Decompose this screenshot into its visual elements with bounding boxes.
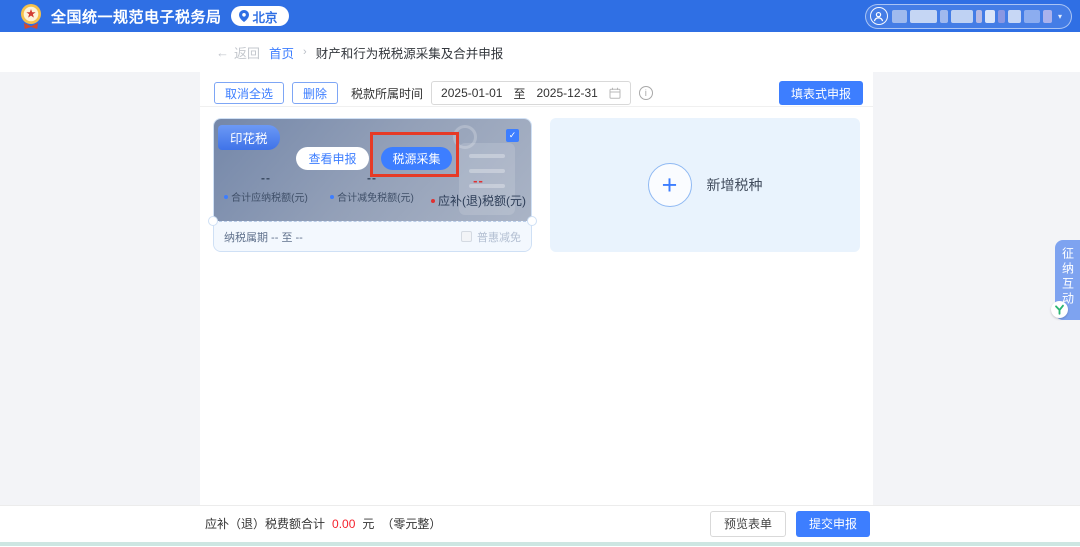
tax-interaction-widget[interactable]: 征纳互动: [1055, 240, 1080, 320]
checkbox-icon: [461, 231, 472, 242]
tax-type-tag: 印花税: [218, 125, 280, 150]
metric-total-reduction: -- 合计减免税额(元): [318, 171, 426, 209]
tax-period-label: 税款所属时间: [351, 85, 423, 102]
breadcrumb-current: 财产和行为税税源采集及合并申报: [316, 43, 504, 62]
add-tax-type-card[interactable]: + 新增税种: [550, 118, 860, 252]
cancel-select-all-button[interactable]: 取消全选: [214, 82, 284, 104]
submit-declaration-button[interactable]: 提交申报: [796, 511, 870, 537]
app-header: 全国统一规范电子税务局 北京 ▾: [0, 0, 1080, 32]
bullet-dot: [330, 195, 334, 199]
total-unit: 元: [362, 515, 374, 532]
avatar-icon: [870, 7, 888, 25]
calendar-icon: [609, 87, 621, 99]
date-end-value[interactable]: 2025-12-31: [536, 86, 597, 100]
bullet-dot: [224, 195, 228, 199]
tax-card-checkbox[interactable]: ✓: [506, 129, 519, 142]
tax-card-stamp-duty: 印花税 ✓ 查看申报 税源采集 -- 合计应纳税额(元) -- 合计减免税额(元…: [213, 118, 532, 252]
footer-bar: 应补（退）税费额合计 0.00 元 （零元整） 预览表单 提交申报: [0, 505, 1080, 541]
tax-card-footer: 纳税属期 -- 至 -- 普惠减免: [214, 221, 531, 251]
app-title: 全国统一规范电子税务局: [51, 6, 222, 27]
redacted-user-info: [892, 10, 1052, 23]
plus-icon: +: [648, 163, 692, 207]
back-label: 返回: [234, 43, 260, 62]
chevron-down-icon: ▾: [1058, 12, 1062, 21]
total-value: 0.00: [332, 517, 355, 531]
breadcrumb-separator: ›: [303, 46, 307, 58]
ticket-notch-right: [527, 216, 537, 226]
benefit-reduction-checkbox[interactable]: 普惠减免: [461, 229, 521, 245]
preview-form-button[interactable]: 预览表单: [710, 511, 786, 537]
fill-form-declare-button[interactable]: 填表式申报: [779, 81, 863, 105]
breadcrumb: ← 返回 首页 › 财产和行为税税源采集及合并申报: [0, 32, 1080, 72]
plus-glyph: +: [662, 170, 678, 201]
page: 全国统一规范电子税务局 北京 ▾ ← 返回: [0, 0, 1080, 547]
date-to-label: 至: [513, 85, 525, 102]
total-prefix: 应补（退）税费额合计: [205, 515, 325, 532]
tax-metrics: -- 合计应纳税额(元) -- 合计减免税额(元) -- 应补(退)税额(元): [214, 171, 531, 209]
metric-label: 合计应纳税额(元): [231, 189, 308, 204]
view-declaration-button[interactable]: 查看申报: [296, 147, 369, 170]
location-label: 北京: [253, 7, 278, 26]
benefit-label: 普惠减免: [477, 229, 521, 245]
metric-value: --: [318, 171, 426, 185]
total-amount-summary: 应补（退）税费额合计 0.00 元 （零元整）: [205, 515, 441, 532]
date-start-value[interactable]: 2025-01-01: [441, 86, 502, 100]
bullet-dot: [431, 199, 435, 203]
metric-tax-due-refund: -- 应补(退)税额(元): [426, 171, 531, 209]
metric-value: --: [426, 173, 531, 188]
chat-assistant-icon: [1051, 301, 1068, 318]
add-tax-type-label: 新增税种: [707, 175, 763, 195]
info-icon[interactable]: i: [639, 86, 653, 100]
tax-period-daterange[interactable]: 2025-01-01 至 2025-12-31: [431, 81, 631, 105]
metric-value: --: [214, 171, 318, 185]
toolbar: 取消全选 删除 税款所属时间 2025-01-01 至 2025-12-31 i…: [200, 72, 873, 107]
brand: 全国统一规范电子税务局 北京: [20, 3, 289, 29]
back-arrow-icon: ←: [216, 45, 229, 60]
user-account-menu[interactable]: ▾: [865, 4, 1072, 29]
back-button[interactable]: ← 返回: [216, 43, 260, 62]
metric-total-payable: -- 合计应纳税额(元): [214, 171, 318, 209]
footer-actions: 预览表单 提交申报: [710, 511, 870, 537]
bottom-accent-strip: [0, 542, 1080, 546]
location-selector[interactable]: 北京: [231, 6, 289, 26]
main-panel: 取消全选 删除 税款所属时间 2025-01-01 至 2025-12-31 i…: [200, 72, 873, 505]
delete-button[interactable]: 删除: [292, 82, 338, 104]
tax-source-collection-button[interactable]: 税源采集: [381, 147, 452, 170]
ticket-notch-left: [208, 216, 218, 226]
breadcrumb-home-link[interactable]: 首页: [269, 43, 294, 62]
total-in-words: （零元整）: [381, 515, 441, 532]
tax-period-text: 纳税属期 -- 至 --: [224, 229, 303, 245]
location-pin-icon: [239, 10, 249, 22]
tax-card-top: 印花税 ✓ 查看申报 税源采集 -- 合计应纳税额(元) -- 合计减免税额(元…: [214, 119, 531, 221]
tax-bureau-emblem-logo: [20, 3, 42, 29]
metric-label: 应补(退)税额(元): [438, 192, 526, 209]
tax-cards-area: 印花税 ✓ 查看申报 税源采集 -- 合计应纳税额(元) -- 合计减免税额(元…: [200, 107, 873, 263]
metric-label: 合计减免税额(元): [337, 189, 414, 204]
